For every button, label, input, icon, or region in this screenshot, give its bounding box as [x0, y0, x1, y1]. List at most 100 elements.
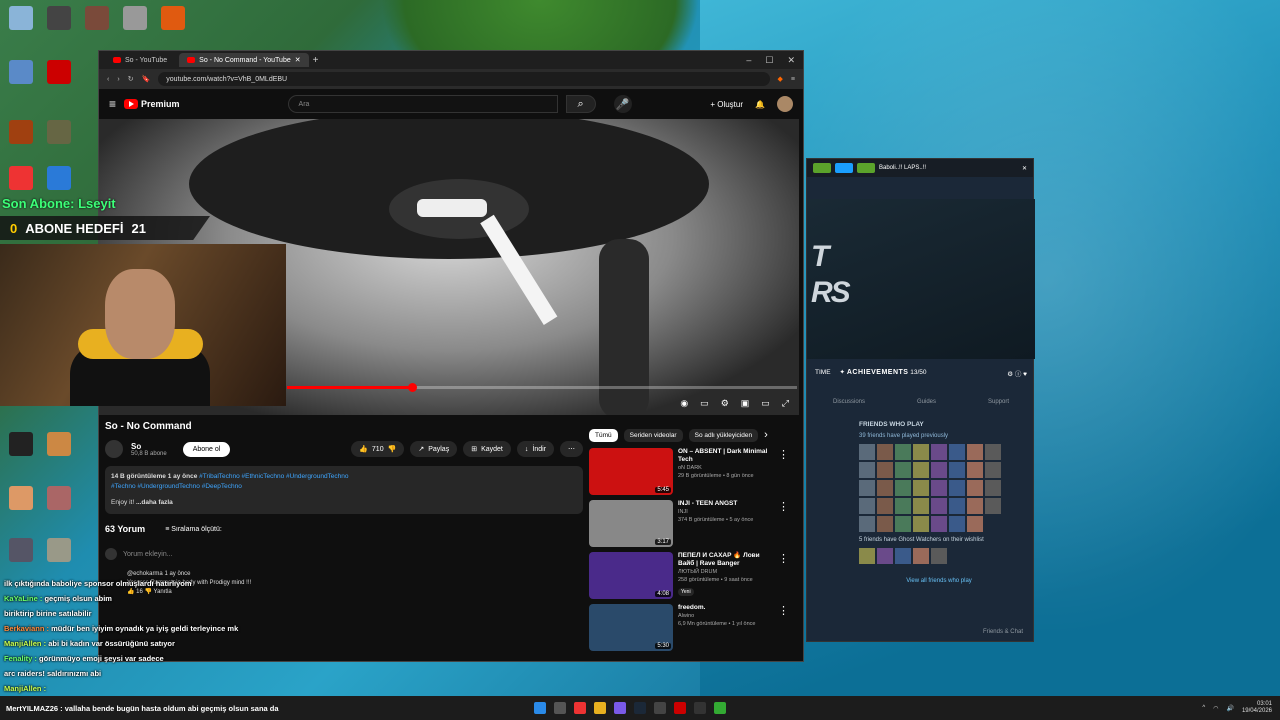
friend-avatar[interactable] [895, 480, 911, 496]
desktop-icon-gemini[interactable] [42, 432, 76, 456]
autoplay-toggle[interactable]: ◉ [680, 398, 688, 409]
chip-series[interactable]: Seriden videolar [623, 429, 683, 442]
view-all-link[interactable]: View all friends who play [859, 578, 1019, 584]
explorer-icon[interactable] [594, 702, 606, 714]
friend-avatar[interactable] [931, 498, 947, 514]
more-options-icon[interactable]: ⋮ [778, 448, 789, 499]
friend-avatar[interactable] [913, 462, 929, 478]
friend-avatar[interactable] [931, 548, 947, 564]
recommendation-item[interactable]: 5:45 ON – ABSENT | Dark Minimal Tech oN … [589, 448, 789, 499]
add-comment-input[interactable]: Yorum ekleyin... [105, 548, 583, 560]
miniplayer-icon[interactable]: ▣ [741, 398, 750, 409]
sort-button[interactable]: ≡ Sıralama ölçütü: [165, 526, 222, 533]
friend-avatar[interactable] [949, 462, 965, 478]
hamburger-icon[interactable]: ≡ [109, 97, 116, 111]
subtitles-icon[interactable]: ▭ [700, 398, 709, 409]
recommendation-thumbnail[interactable]: 5:45 [589, 448, 673, 495]
recommendation-title[interactable]: ПЕПЕЛ И САХАР 🔥 Лови Вайб | Rave Banger [678, 552, 773, 568]
record-icon[interactable] [674, 702, 686, 714]
desktop-icon-wall[interactable] [4, 432, 38, 456]
recommendation-item[interactable]: 4:08 ПЕПЕЛ И САХАР 🔥 Лови Вайб | Rave Ba… [589, 552, 789, 603]
friend-avatar[interactable] [967, 498, 983, 514]
url-input[interactable]: youtube.com/watch?v=VhB_0MLdEBU [158, 72, 770, 86]
clock[interactable]: 03:01 19/04/2026 [1242, 701, 1272, 715]
friend-avatar[interactable] [985, 480, 1001, 496]
friend-avatar[interactable] [913, 480, 929, 496]
friend-avatar[interactable] [877, 548, 893, 564]
new-tab-icon[interactable]: + [313, 55, 319, 66]
friend-avatar[interactable] [949, 444, 965, 460]
friend-avatar[interactable] [913, 548, 929, 564]
friend-avatar[interactable] [877, 444, 893, 460]
recommendation-item[interactable]: 3:17 INJI - TEEN ANGST INJI 374 B görünt… [589, 500, 789, 551]
friend-avatar[interactable] [931, 462, 947, 478]
friend-avatar[interactable] [967, 462, 983, 478]
desktop-icon-photo[interactable] [42, 486, 76, 510]
desktop-icon-file2[interactable] [42, 120, 76, 144]
friend-avatar[interactable] [967, 516, 983, 532]
desktop-icon-recycle[interactable] [4, 6, 38, 30]
friend-avatar[interactable] [967, 444, 983, 460]
avatar[interactable] [777, 96, 793, 112]
search-input[interactable]: Ara [287, 95, 558, 113]
desktop-icon-livestream[interactable] [42, 60, 76, 84]
desktop-icon-game[interactable] [80, 6, 114, 30]
xbox-icon[interactable] [714, 702, 726, 714]
maximize-icon[interactable]: ☐ [765, 55, 773, 66]
friend-avatar[interactable] [877, 480, 893, 496]
friend-avatar[interactable] [985, 444, 1001, 460]
friend-avatar[interactable] [859, 480, 875, 496]
friend-avatar[interactable] [895, 548, 911, 564]
description-box[interactable]: 14 B görüntüleme 1 ay önce #TribalTechno… [105, 466, 583, 514]
create-button[interactable]: + Oluştur [710, 100, 743, 109]
more-options-icon[interactable]: ⋮ [778, 604, 789, 655]
friend-avatar[interactable] [913, 516, 929, 532]
settings-gear-icon[interactable]: ⚙ [721, 398, 729, 409]
volume-icon[interactable]: 🔊 [1226, 705, 1233, 712]
friend-avatar[interactable] [877, 462, 893, 478]
close-tab-icon[interactable]: ✕ [295, 56, 301, 64]
friend-avatar[interactable] [931, 480, 947, 496]
back-icon[interactable]: ‹ [107, 76, 109, 83]
steam-taskbar-icon[interactable] [634, 702, 646, 714]
steam-store-button[interactable] [835, 163, 853, 173]
friend-avatar[interactable] [931, 516, 947, 532]
friend-avatar[interactable] [859, 516, 875, 532]
mic-button[interactable]: 🎤 [613, 95, 632, 113]
bookmark-icon[interactable]: 🔖 [142, 75, 151, 83]
like-button[interactable]: 👍 710 👎 [351, 441, 405, 457]
tab-discussions[interactable]: Discussions [833, 399, 865, 405]
friend-avatar[interactable] [913, 444, 929, 460]
friend-avatar[interactable] [895, 462, 911, 478]
friend-avatar[interactable] [895, 516, 911, 532]
recommendation-thumbnail[interactable]: 3:17 [589, 500, 673, 547]
youtube-logo[interactable]: Premium [124, 99, 180, 109]
share-button[interactable]: ↗ Paylaş [410, 441, 458, 457]
desktop-icon-f[interactable] [156, 6, 190, 30]
video-progress-bar[interactable] [287, 383, 797, 392]
fullscreen-icon[interactable]: ⤢ [782, 398, 789, 409]
tab-so-youtube[interactable]: So - YouTube [105, 53, 175, 67]
channel-name[interactable]: So [131, 442, 167, 451]
theater-icon[interactable]: ▭ [761, 398, 770, 409]
friend-avatar[interactable] [859, 498, 875, 514]
tab-support[interactable]: Support [988, 399, 1009, 405]
obs-icon[interactable] [654, 702, 666, 714]
progress-knob[interactable] [407, 383, 417, 392]
desktop-icon-app[interactable] [42, 166, 76, 190]
discord-icon[interactable] [614, 702, 626, 714]
friend-avatar[interactable] [949, 480, 965, 496]
steam-user[interactable]: Baboli..!! LAPS..!! [879, 165, 926, 171]
forward-icon[interactable]: › [117, 76, 119, 83]
recommendation-item[interactable]: 5:30 freedom. Alwino 6,9 Mn görüntüleme … [589, 604, 789, 655]
tray-chevron-icon[interactable]: ^ [1202, 705, 1205, 711]
subscribe-button[interactable]: Abone ol [182, 441, 231, 457]
more-options-icon[interactable]: ⋮ [778, 500, 789, 551]
friend-avatar[interactable] [949, 498, 965, 514]
tab-guides[interactable]: Guides [917, 399, 936, 405]
desktop-icon-file[interactable] [4, 120, 38, 144]
brave-shield-icon[interactable]: ◆ [778, 75, 783, 83]
friend-avatar[interactable] [985, 498, 1001, 514]
thumbs-down-icon[interactable]: 👎 [388, 445, 397, 453]
friend-avatar[interactable] [895, 444, 911, 460]
